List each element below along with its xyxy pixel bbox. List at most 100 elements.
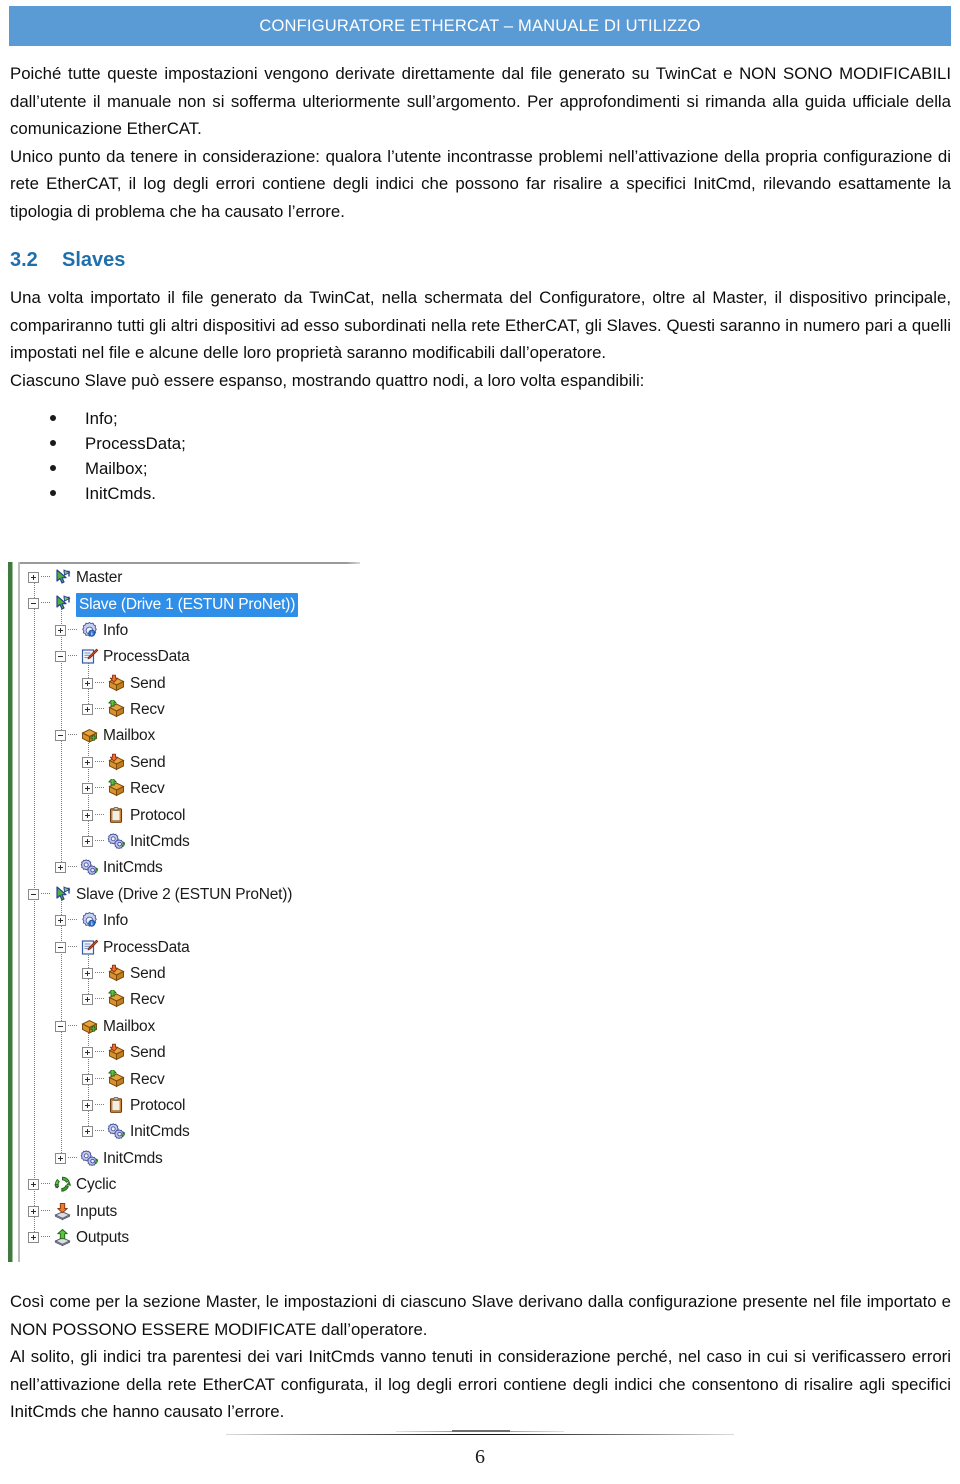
tree-item-label: Send [130, 753, 166, 771]
tree-item-send[interactable]: Send [22, 961, 360, 987]
box-mailbox-icon [80, 1017, 99, 1036]
tree-item-info[interactable]: Info [22, 908, 360, 934]
expand-plus-icon[interactable] [28, 1205, 39, 1217]
list-item: ProcessData; [10, 431, 951, 456]
expand-plus-icon[interactable] [82, 1047, 93, 1059]
tree-item-label: Mailbox [103, 727, 156, 745]
tree-item-initcmds[interactable]: InitCmds [22, 855, 360, 881]
tree-item-processdata[interactable]: ProcessData [22, 935, 360, 961]
expand-plus-icon[interactable] [82, 968, 93, 979]
list-item-label: Info; [85, 409, 118, 428]
tree-item-protocol[interactable]: Protocol [22, 1093, 360, 1119]
tree-item-master[interactable]: Master [22, 565, 360, 591]
tree-item-cyclic[interactable]: Cyclic [22, 1172, 360, 1198]
box-send-icon [107, 1043, 126, 1062]
tree-item-slave-drive-2-estun-pronet[interactable]: Slave (Drive 2 (ESTUN ProNet)) [22, 882, 360, 908]
tree-item-label: Info [103, 621, 129, 639]
collapse-minus-icon[interactable] [28, 598, 39, 610]
collapse-minus-icon[interactable] [55, 730, 66, 742]
collapse-minus-icon[interactable] [55, 1020, 66, 1032]
tree-item-recv[interactable]: Recv [22, 1067, 360, 1093]
tree-connector-dots [95, 813, 104, 816]
tree-connector-dots [95, 708, 104, 710]
tree-item-protocol[interactable]: Protocol [22, 803, 360, 829]
tree-item-initcmds[interactable]: InitCmds [22, 829, 360, 855]
expand-plus-icon[interactable] [82, 836, 93, 847]
expand-plus-icon[interactable] [28, 572, 39, 583]
tree-item-label: Recv [130, 780, 165, 798]
tree-item-send[interactable]: Send [22, 750, 360, 776]
info-gear-icon [80, 621, 99, 640]
paragraph-1: Poiché tutte queste impostazioni vengono… [10, 64, 951, 138]
tree-connector-dots [41, 1236, 50, 1238]
expand-plus-icon[interactable] [82, 1126, 93, 1138]
bullet-icon [50, 490, 56, 496]
expand-plus-icon[interactable] [55, 862, 66, 874]
tree-item-send[interactable]: Send [22, 671, 360, 697]
tree-item-outputs[interactable]: Outputs [22, 1225, 360, 1251]
page-number: 6 [475, 1446, 485, 1468]
figure-left-border [18, 562, 20, 1262]
tree-connector-dots [95, 840, 104, 842]
expand-plus-icon[interactable] [82, 1073, 93, 1085]
tree-item-mailbox[interactable]: Mailbox [22, 1014, 360, 1040]
tree-item-slave-drive-1-estun-pronet[interactable]: Slave (Drive 1 (ESTUN ProNet)) [22, 591, 360, 618]
collapse-minus-icon[interactable] [55, 941, 66, 953]
expand-plus-icon[interactable] [82, 704, 93, 715]
tree-item-info[interactable]: Info [22, 618, 360, 644]
tree-item-send[interactable]: Send [22, 1040, 360, 1066]
tree-item-initcmds[interactable]: InitCmds [22, 1146, 360, 1172]
expand-plus-icon[interactable] [82, 809, 93, 821]
expand-plus-icon[interactable] [28, 1179, 39, 1191]
bullet-icon [50, 415, 56, 421]
outputs-arrow-icon [53, 1228, 72, 1247]
tree-item-recv[interactable]: Recv [22, 987, 360, 1013]
tree-item-label: Recv [130, 701, 165, 718]
tree-connector-dots [68, 866, 77, 868]
tree-item-label: ProcessData [103, 648, 190, 666]
expand-plus-icon[interactable] [82, 1100, 93, 1111]
tree-item-label: InitCmds [130, 1123, 190, 1141]
box-recv-icon [107, 779, 126, 798]
cursor-arrow-icon [53, 568, 72, 587]
list-item-label: Mailbox; [85, 459, 148, 478]
expand-plus-icon[interactable] [28, 1232, 39, 1243]
tree-connector-dots [95, 1130, 104, 1132]
clipboard-icon [107, 806, 126, 825]
tree-item-label: Cyclic [76, 1176, 117, 1194]
collapse-minus-icon[interactable] [55, 651, 66, 663]
bullet-icon [50, 440, 56, 446]
tree-item-mailbox[interactable]: Mailbox [22, 723, 360, 749]
tree-connector-dots [68, 1156, 77, 1159]
tree-connector-dots [68, 655, 77, 657]
collapse-minus-icon[interactable] [28, 888, 39, 900]
tree-connector-dots [68, 1024, 77, 1027]
tree-item-inputs[interactable]: Inputs [22, 1199, 360, 1225]
cursor-arrow-icon [53, 885, 72, 904]
expand-plus-icon[interactable] [55, 624, 66, 636]
box-send-icon [107, 674, 126, 693]
tree-item-processdata[interactable]: ProcessData [22, 644, 360, 670]
expand-plus-icon[interactable] [82, 756, 93, 768]
tree-item-recv[interactable]: Recv [22, 697, 360, 723]
expand-plus-icon[interactable] [82, 994, 93, 1006]
expand-plus-icon[interactable] [82, 677, 93, 689]
tree-connector-dots [95, 760, 104, 763]
tree-item-label: Send [130, 965, 166, 982]
tree-item-label: Recv [130, 991, 165, 1009]
page-body: Poiché tutte queste impostazioni vengono… [10, 60, 951, 506]
expand-plus-icon[interactable] [55, 915, 66, 927]
tree-item-label: Info [103, 912, 129, 930]
tree-item-recv[interactable]: Recv [22, 776, 360, 802]
tree-item-initcmds[interactable]: InitCmds [22, 1119, 360, 1145]
tree-connector-dots [95, 1077, 104, 1080]
expand-plus-icon[interactable] [82, 783, 93, 795]
tree-item-label: Outputs [76, 1229, 129, 1246]
gears-icon [80, 858, 99, 877]
expand-plus-icon[interactable] [55, 1152, 66, 1164]
tree-connector-dots [95, 681, 104, 684]
tree-item-label: Send [130, 674, 166, 692]
